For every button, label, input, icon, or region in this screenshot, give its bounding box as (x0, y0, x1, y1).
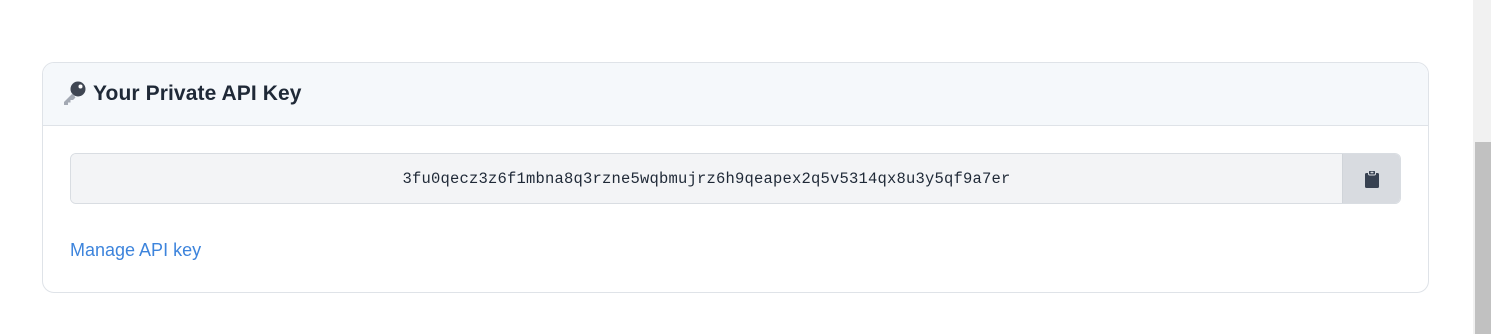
api-key-card: Your Private API Key 3fu0qecz3z6f1mbna8q… (42, 62, 1429, 293)
scrollbar-thumb[interactable] (1475, 142, 1491, 334)
copy-button[interactable] (1342, 154, 1400, 203)
card-header: Your Private API Key (43, 63, 1428, 126)
card-title: Your Private API Key (93, 82, 302, 105)
clipboard-icon (1364, 169, 1380, 188)
page: Your Private API Key 3fu0qecz3z6f1mbna8q… (0, 0, 1491, 334)
manage-api-key-link[interactable]: Manage API key (70, 240, 201, 261)
card-body: 3fu0qecz3z6f1mbna8q3rzne5wqbmujrz6h9qeap… (43, 126, 1428, 261)
scrollbar[interactable] (1473, 0, 1491, 334)
key-icon (61, 80, 87, 106)
api-key-row: 3fu0qecz3z6f1mbna8q3rzne5wqbmujrz6h9qeap… (70, 153, 1401, 204)
api-key-value[interactable]: 3fu0qecz3z6f1mbna8q3rzne5wqbmujrz6h9qeap… (71, 154, 1342, 203)
